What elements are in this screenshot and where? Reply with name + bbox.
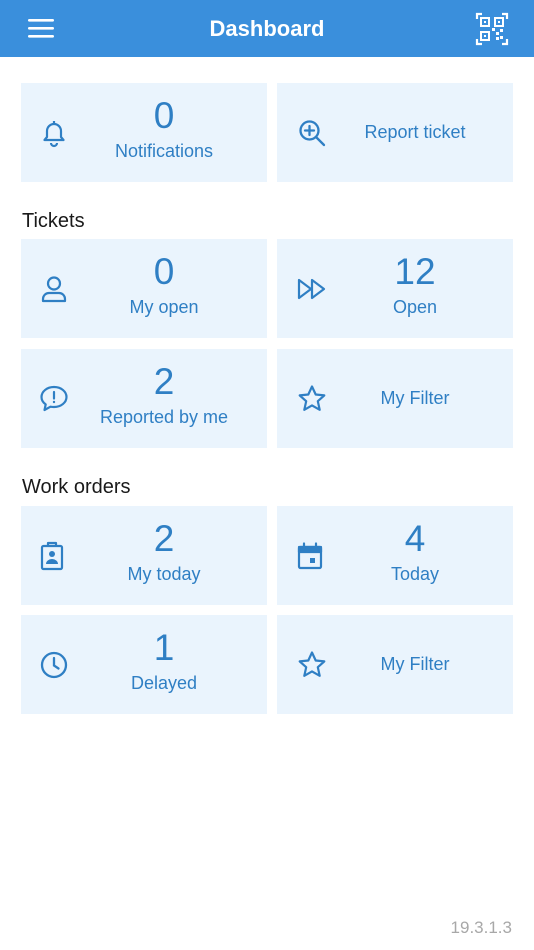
- work-orders-heading: Work orders: [22, 476, 131, 498]
- notifications-count: 0: [153, 95, 175, 136]
- my-open-label: My open: [129, 297, 199, 317]
- my-open-tile[interactable]: 0 My open: [21, 239, 267, 338]
- delayed-label: Delayed: [130, 673, 198, 693]
- app-header: Dashboard: [0, 0, 534, 57]
- reported-by-me-label: Reported by me: [99, 407, 229, 427]
- report-ticket-label: Report ticket: [364, 122, 466, 142]
- reported-by-me-tile[interactable]: 2 Reported by me: [21, 349, 267, 448]
- work-orders-my-filter-tile[interactable]: My Filter: [277, 615, 513, 714]
- tickets-heading: Tickets: [22, 210, 85, 232]
- qr-code-icon: [470, 12, 514, 52]
- tickets-my-filter-label: My Filter: [380, 388, 450, 408]
- notifications-tile[interactable]: 0 Notifications: [21, 83, 267, 182]
- work-orders-my-filter-label: My Filter: [380, 654, 450, 674]
- open-tile[interactable]: 12 Open: [277, 239, 513, 338]
- my-today-tile[interactable]: 2 My today: [21, 506, 267, 605]
- notifications-label: Notifications: [114, 141, 214, 161]
- my-today-label: My today: [127, 564, 201, 584]
- page-title: Dashboard: [209, 16, 325, 41]
- tickets-my-filter-tile[interactable]: My Filter: [277, 349, 513, 448]
- report-ticket-tile[interactable]: Report ticket: [277, 83, 513, 182]
- my-today-count: 2: [153, 518, 175, 559]
- delayed-count: 1: [153, 627, 175, 668]
- app-version: 19.3.1.3: [450, 918, 512, 937]
- open-count: 12: [394, 251, 436, 292]
- today-tile[interactable]: 4 Today: [277, 506, 513, 605]
- qr-scan-button[interactable]: [470, 10, 514, 48]
- delayed-tile[interactable]: 1 Delayed: [21, 615, 267, 714]
- today-count: 4: [404, 518, 426, 559]
- my-open-count: 0: [153, 251, 175, 292]
- reported-by-me-count: 2: [153, 361, 175, 402]
- open-label: Open: [392, 297, 438, 317]
- today-label: Today: [390, 564, 440, 584]
